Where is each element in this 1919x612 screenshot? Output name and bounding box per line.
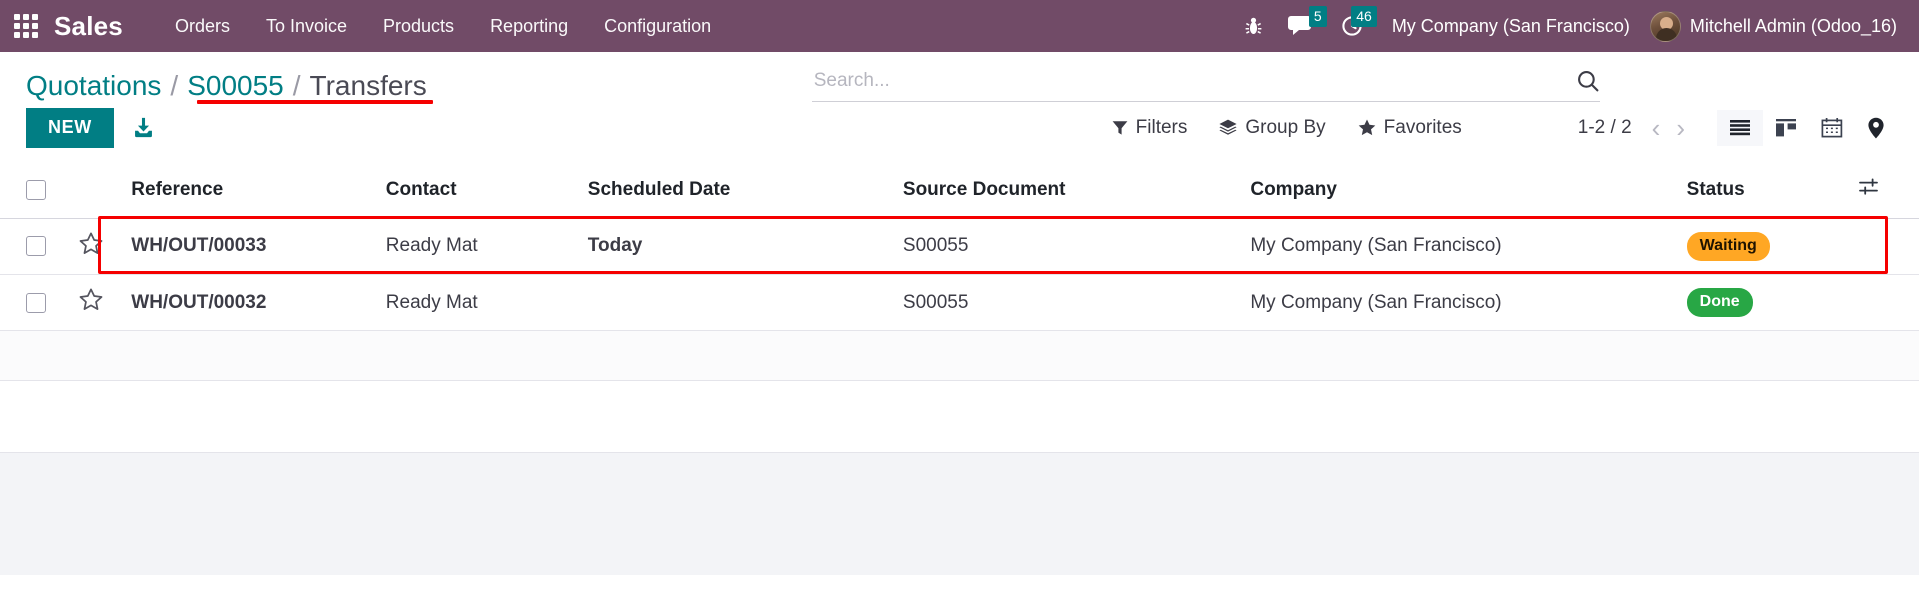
- chevron-right-icon[interactable]: ›: [1670, 115, 1691, 141]
- favorites-label: Favorites: [1383, 116, 1462, 138]
- column-header-contact[interactable]: Contact: [385, 163, 588, 219]
- bug-icon[interactable]: [1232, 0, 1275, 52]
- chevron-left-icon[interactable]: ‹: [1646, 115, 1667, 141]
- column-header-scheduled-date[interactable]: Scheduled Date: [587, 163, 903, 219]
- menu-item-configuration[interactable]: Configuration: [586, 10, 729, 43]
- import-download-icon[interactable]: [132, 116, 155, 139]
- cell-reference: WH/OUT/00032: [131, 274, 386, 332]
- table-row[interactable]: WH/OUT/00032 Ready Mat S00055 My Company…: [0, 274, 1919, 332]
- navbar-right-tools: 5 46 My Company (San Francisco) Mitchell…: [1232, 0, 1897, 52]
- star-icon[interactable]: [79, 288, 103, 316]
- group-by-label: Group By: [1245, 116, 1326, 138]
- row-select-cell: [0, 218, 79, 275]
- user-name-label: Mitchell Admin (Odoo_16): [1689, 15, 1897, 36]
- control-panel-bottom: NEW Filters Group By Favorites 1-2 / 2 ‹…: [0, 102, 1919, 164]
- cell-company: My Company (San Francisco): [1250, 218, 1687, 275]
- breadcrumb: Quotations / S00055 / Transfers: [26, 64, 433, 104]
- search-input[interactable]: [811, 68, 1568, 94]
- view-switcher: [1717, 109, 1897, 147]
- page-footer-background: [0, 453, 1919, 576]
- row-favorite-cell: [78, 274, 132, 332]
- menu-item-orders[interactable]: Orders: [157, 10, 248, 43]
- breadcrumb-separator: /: [170, 70, 179, 101]
- select-all-header: [0, 163, 79, 219]
- status-badge: Done: [1686, 287, 1753, 318]
- row-spacer-cell: [1858, 274, 1919, 332]
- column-header-reference[interactable]: Reference: [131, 163, 386, 219]
- apps-grid-icon[interactable]: [14, 14, 38, 38]
- calendar-view-icon[interactable]: [1809, 109, 1855, 146]
- star-header: [78, 163, 132, 219]
- cell-status: Waiting: [1686, 218, 1859, 275]
- app-root: Sales Orders To Invoice Products Reporti…: [0, 0, 1919, 576]
- table-row[interactable]: WH/OUT/00033 Ready Mat Today S00055 My C…: [0, 218, 1919, 275]
- row-checkbox[interactable]: [26, 236, 46, 257]
- column-header-source-document[interactable]: Source Document: [902, 163, 1251, 219]
- table-header-row: Reference Contact Scheduled Date Source …: [0, 163, 1919, 219]
- menu-item-to-invoice[interactable]: To Invoice: [248, 10, 365, 43]
- group-by-dropdown[interactable]: Group By: [1203, 113, 1341, 143]
- column-header-company[interactable]: Company: [1250, 163, 1687, 219]
- cell-company: My Company (San Francisco): [1250, 274, 1687, 332]
- column-header-status[interactable]: Status: [1686, 163, 1859, 219]
- breadcrumb-item-transfers: Transfers: [309, 70, 427, 101]
- column-settings-icon[interactable]: [1858, 178, 1880, 202]
- breadcrumb-item-quotations[interactable]: Quotations: [26, 70, 161, 102]
- table-filler-row: [0, 330, 1919, 382]
- list-view-icon[interactable]: [1717, 109, 1763, 146]
- main-menu: Orders To Invoice Products Reporting Con…: [157, 10, 729, 43]
- control-panel-top: Quotations / S00055 / Transfers: [0, 52, 1919, 104]
- cell-scheduled-date: Today: [587, 218, 903, 275]
- top-navbar: Sales Orders To Invoice Products Reporti…: [0, 0, 1919, 52]
- control-panel: Quotations / S00055 / Transfers Search..…: [0, 52, 1919, 164]
- messages-count-badge: 5: [1308, 6, 1327, 27]
- cell-source-document: S00055: [902, 218, 1251, 275]
- activities-button[interactable]: 46: [1328, 0, 1378, 52]
- activities-count-badge: 46: [1351, 6, 1377, 27]
- avatar: [1649, 10, 1681, 42]
- app-brand-sales[interactable]: Sales: [54, 11, 123, 42]
- transfers-table: Reference Contact Scheduled Date Source …: [0, 163, 1919, 454]
- transfers-list-view: Reference Contact Scheduled Date Source …: [0, 163, 1919, 454]
- filter-toolbar: Filters Group By Favorites 1-2 / 2 ‹ ›: [1096, 109, 1897, 147]
- cell-source-document: S00055: [902, 274, 1251, 332]
- menu-item-products[interactable]: Products: [365, 10, 472, 43]
- pager: 1-2 / 2 ‹ ›: [1578, 115, 1691, 141]
- row-spacer-cell: [1858, 218, 1919, 275]
- status-badge: Waiting: [1686, 231, 1770, 261]
- cell-reference: WH/OUT/00033: [131, 218, 386, 275]
- cell-contact: Ready Mat: [385, 218, 588, 275]
- table-filler-row: [0, 380, 1919, 454]
- pager-count[interactable]: 1-2 / 2: [1578, 117, 1642, 139]
- cell-scheduled-date: [587, 274, 903, 332]
- row-checkbox[interactable]: [26, 292, 46, 313]
- user-menu[interactable]: Mitchell Admin (Odoo_16): [1646, 10, 1897, 42]
- new-button[interactable]: NEW: [26, 108, 114, 148]
- row-select-cell: [0, 274, 79, 332]
- search-area: [811, 64, 1600, 102]
- menu-item-reporting[interactable]: Reporting: [472, 10, 586, 43]
- filters-label: Filters: [1135, 116, 1188, 138]
- star-icon[interactable]: [79, 232, 103, 260]
- favorites-dropdown[interactable]: Favorites: [1342, 113, 1478, 143]
- messages-button[interactable]: 5: [1275, 0, 1328, 52]
- filters-dropdown[interactable]: Filters: [1096, 113, 1204, 143]
- search-icon[interactable]: [1568, 69, 1600, 93]
- row-favorite-cell: [78, 218, 132, 275]
- map-pin-view-icon[interactable]: [1855, 109, 1897, 147]
- select-all-checkbox[interactable]: [26, 179, 46, 200]
- layers-icon: [1219, 119, 1237, 135]
- star-icon: [1358, 119, 1375, 136]
- company-switcher[interactable]: My Company (San Francisco): [1378, 16, 1646, 37]
- kanban-view-icon[interactable]: [1763, 110, 1809, 146]
- optional-columns-header: [1858, 163, 1919, 219]
- breadcrumb-item-s00055[interactable]: S00055: [187, 70, 284, 102]
- breadcrumb-separator: /: [292, 70, 301, 101]
- filter-funnel-icon: [1112, 120, 1128, 135]
- cell-status: Done: [1686, 274, 1859, 332]
- cell-contact: Ready Mat: [385, 274, 588, 332]
- annotation-breadcrumb-underline: [197, 100, 433, 104]
